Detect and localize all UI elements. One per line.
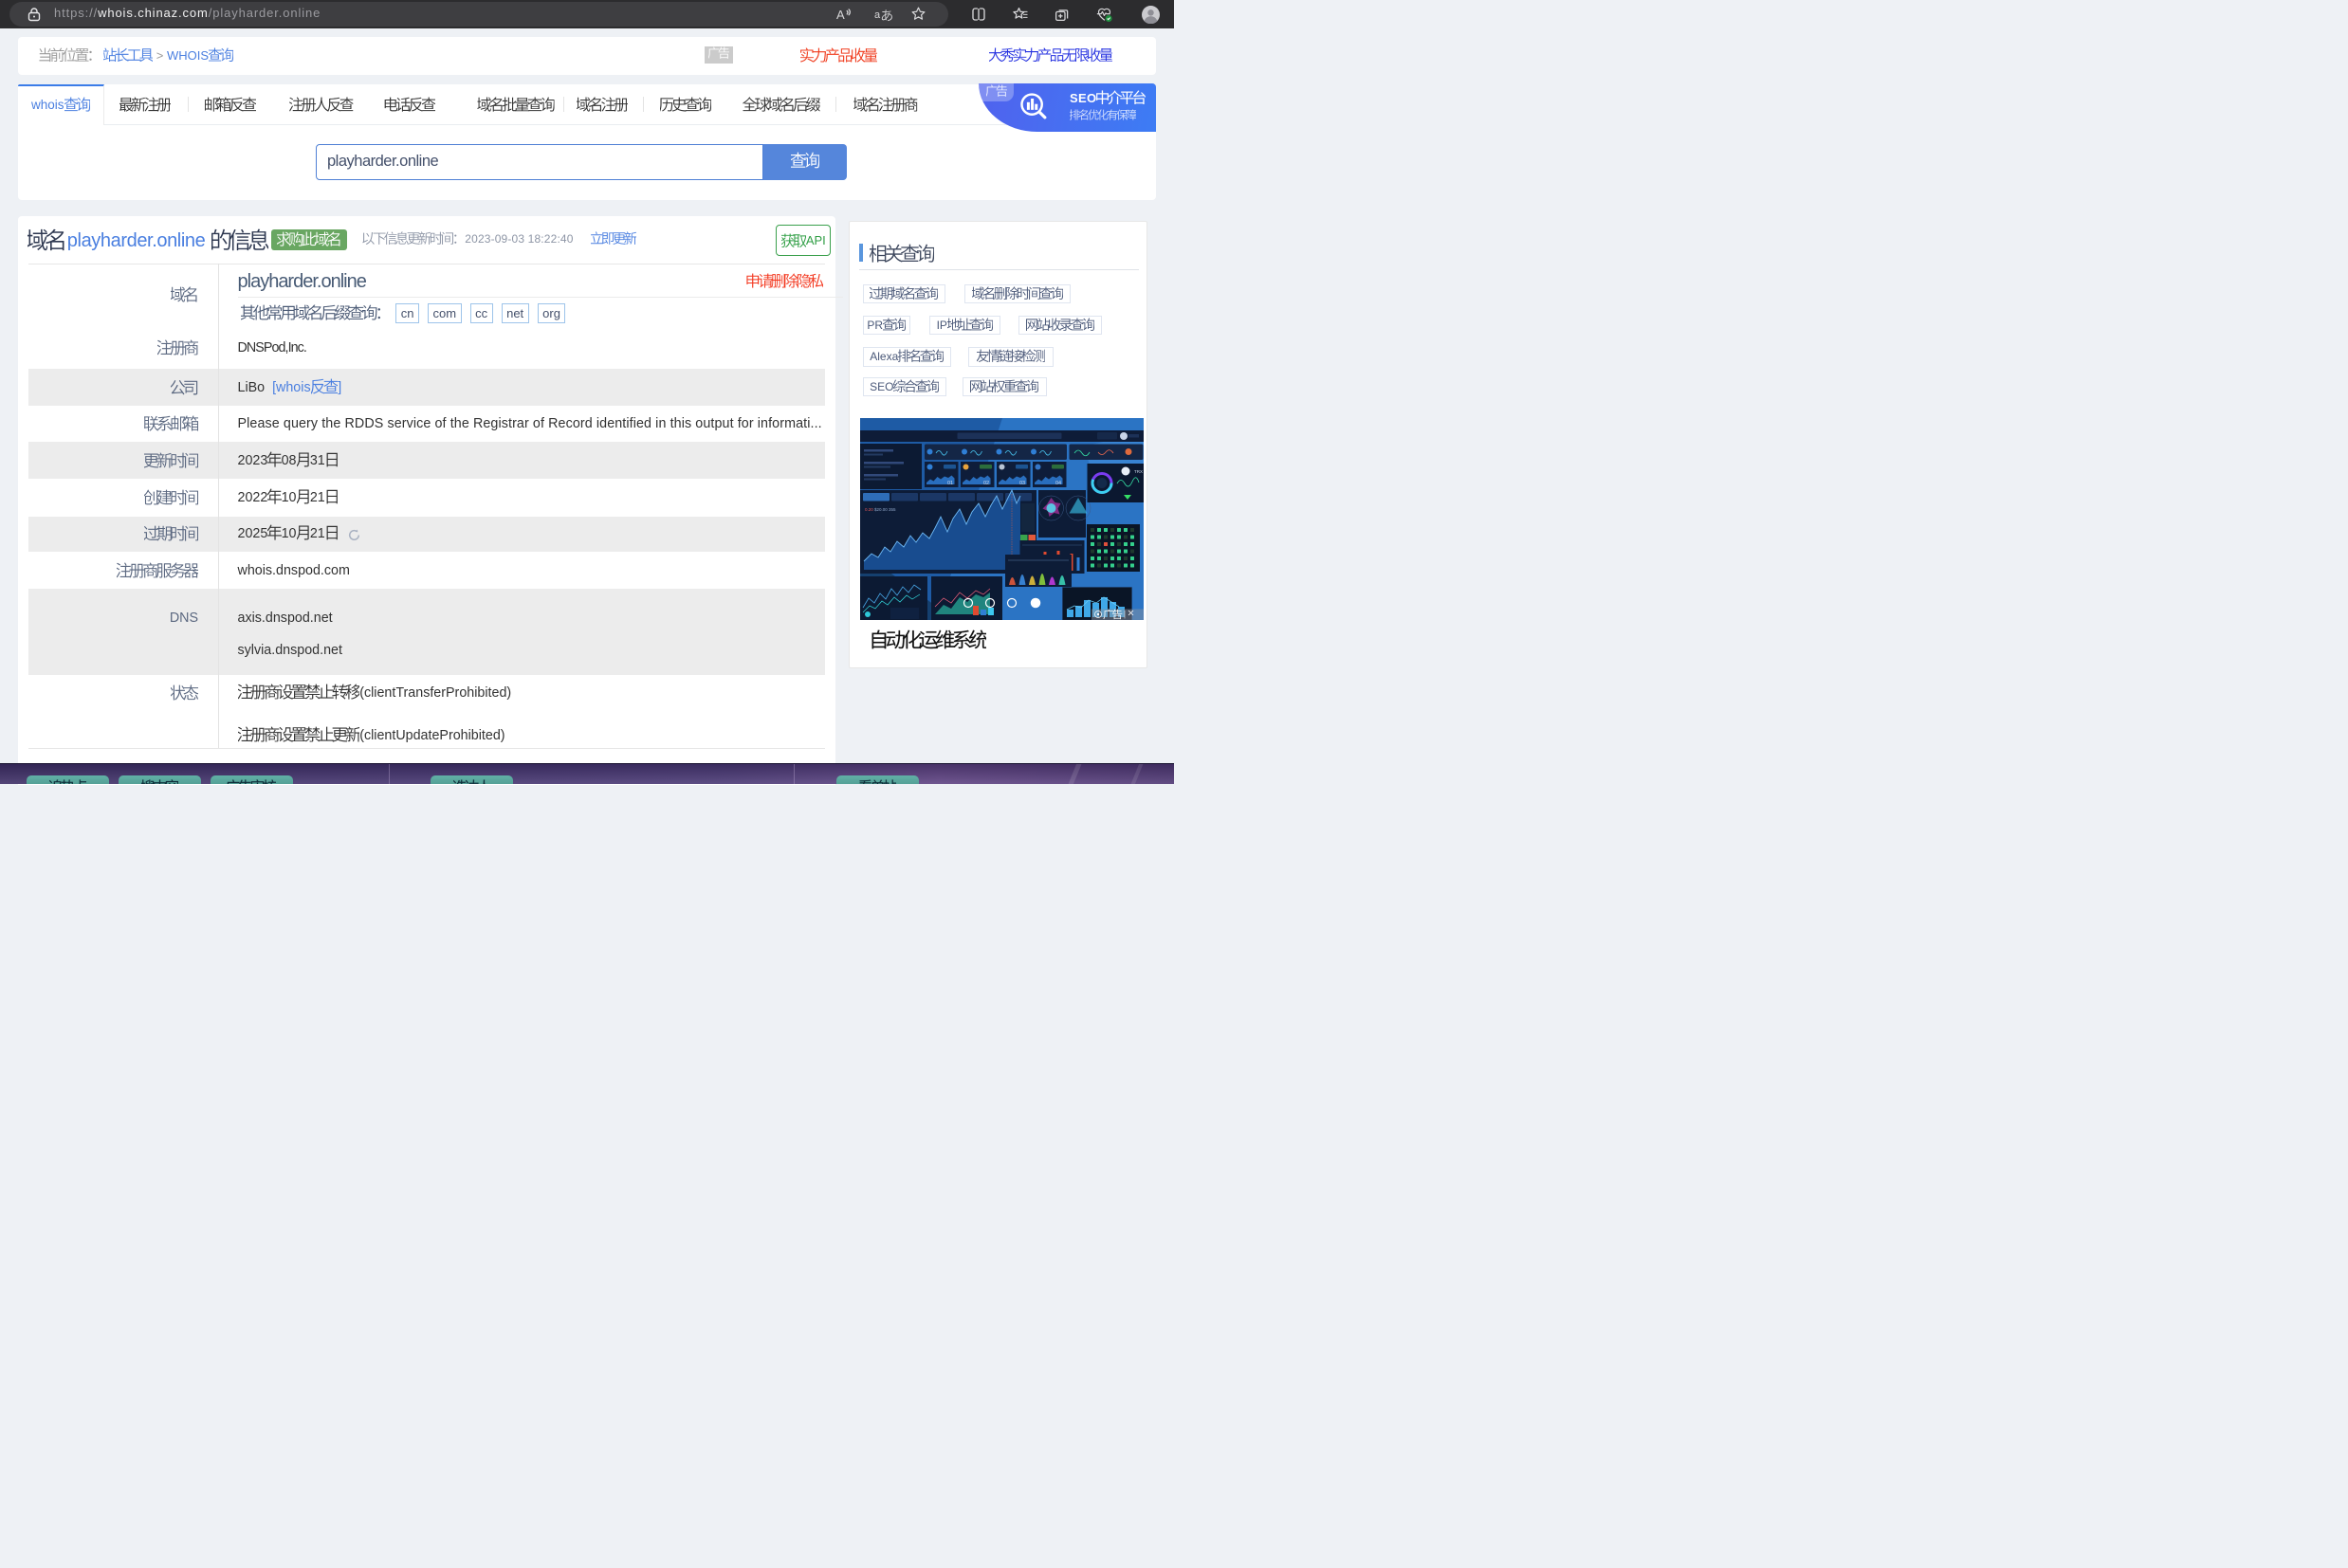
svg-text:04: 04 (1055, 481, 1061, 486)
svg-text:$20.00 355: $20.00 355 (874, 507, 896, 512)
svg-text:a: a (874, 9, 881, 21)
svg-text:0.20: 0.20 (865, 507, 873, 512)
svg-text:01: 01 (947, 481, 953, 486)
svg-text:TRX: TRX (1134, 469, 1143, 474)
svg-text:03: 03 (1019, 481, 1025, 486)
svg-text:02: 02 (983, 481, 989, 486)
svg-text:A: A (836, 8, 845, 22)
